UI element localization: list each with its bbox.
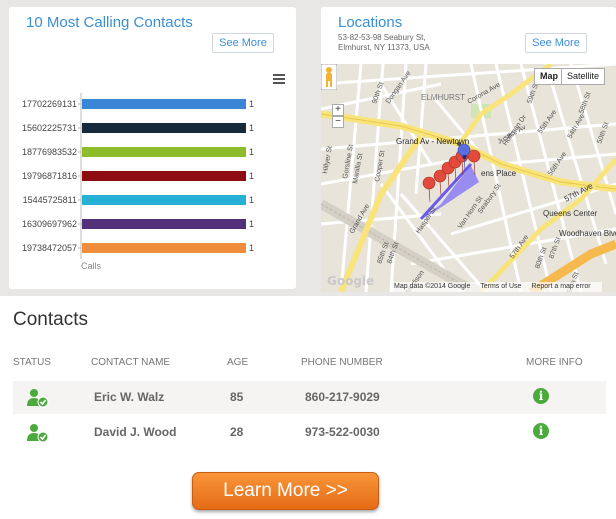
user-check-icon [27,389,49,408]
contact-age: 85 [230,390,244,404]
chart-value-label: 1 [249,123,254,133]
contact-age: 28 [230,425,244,439]
chart-category-label: 17702269131 [22,99,77,109]
chart-value-label: 1 [249,195,254,205]
column-header-phone-number: PHONE NUMBER [301,357,383,368]
contact-phone: 860-217-9029 [305,390,380,404]
info-icon[interactable]: i [533,388,549,404]
map-zoom-out-button[interactable]: − [332,116,344,128]
chart-bar [82,147,246,157]
chart-value-label: 1 [249,99,254,109]
column-header-more-info: MORE INFO [526,357,583,368]
chart-category-label: 16309697962 [22,219,77,229]
chart-value-label: 1 [249,243,254,253]
chart-bar [82,219,246,229]
chart-category-label: 15602225731 [22,123,77,133]
address-line-1: 53-82-53-98 Seabury St, [338,33,426,42]
chart-value-label: 1 [249,219,254,229]
column-header-contact-name: CONTACT NAME [91,357,171,368]
locations-title: Locations [338,14,403,31]
map-label-queens-place: ens Place [481,169,517,178]
google-logo: Google [327,274,375,288]
user-check-icon [27,424,49,443]
calls-bar-chart: 17702269131 1 15602225731 1 18776983532 1 1979… [22,93,254,271]
chart-bar [82,243,246,253]
map-label-elmhurst: ELMHURST [421,93,465,102]
calling-contacts-panel: 10 Most Calling Contacts See More 177022… [9,7,296,289]
table-row: David J. Wood 28 973-522-0030 i [13,416,606,449]
chart-bar [82,99,246,109]
chart-bar [82,195,246,205]
chart-category-label: 19796871816 [22,171,77,181]
map-type-satellite-button[interactable]: Satellite [561,68,606,85]
chart-bar [82,123,246,133]
map-type-map-button[interactable]: Map [534,68,564,85]
map-tiles: ELMHURST Grand Av - Newtown ens Place Qu… [321,64,616,292]
column-header-status: STATUS [13,357,51,368]
table-row: Eric W. Walz 85 860-217-9029 i [13,381,606,414]
contact-name: David J. Wood [94,425,177,439]
map-label-woodhaven: Woodhaven Blvd [559,229,616,238]
address-line-2: Elmhurst, NY 11373, USA [338,43,430,52]
info-icon[interactable]: i [533,423,549,439]
chart-category-label: 15445725811 [23,195,77,205]
column-header-age: AGE [227,357,249,368]
map-data-credit: Map data ©2014 Google [394,283,471,290]
chart-category-label: 18776983532 [22,147,77,157]
street-view-pegman-icon[interactable] [321,64,337,90]
chart-bar [82,171,246,181]
locations-panel: Locations See More 53-82-53-98 Seabury S… [321,7,616,292]
contact-phone: 973-522-0030 [305,425,380,439]
map-footer: Map data ©2014 Google Terms of Use Repor… [391,282,602,292]
map-label-queens-center: Queens Center [543,209,598,218]
contacts-title: Contacts [13,309,88,330]
learn-more-button[interactable]: Learn More >> [192,472,379,510]
map-zoom-in-button[interactable]: + [332,104,344,116]
chart-x-axis-label: Calls [81,261,102,271]
map-label-grand-av-newtown: Grand Av - Newtown [396,137,469,146]
locations-see-more-button[interactable]: See More [525,33,587,53]
map-terms-link[interactable]: Terms of Use [480,283,521,290]
chart-value-label: 1 [249,171,254,181]
contact-name: Eric W. Walz [94,390,165,404]
location-address: 53-82-53-98 Seabury St, Elmhurst, NY 113… [338,33,430,53]
chart-value-label: 1 [249,147,254,157]
chart-category-label: 19738472057 [22,243,77,253]
map-report-error-link[interactable]: Report a map error [531,283,590,290]
location-map[interactable]: ELMHURST Grand Av - Newtown ens Place Qu… [321,64,616,292]
